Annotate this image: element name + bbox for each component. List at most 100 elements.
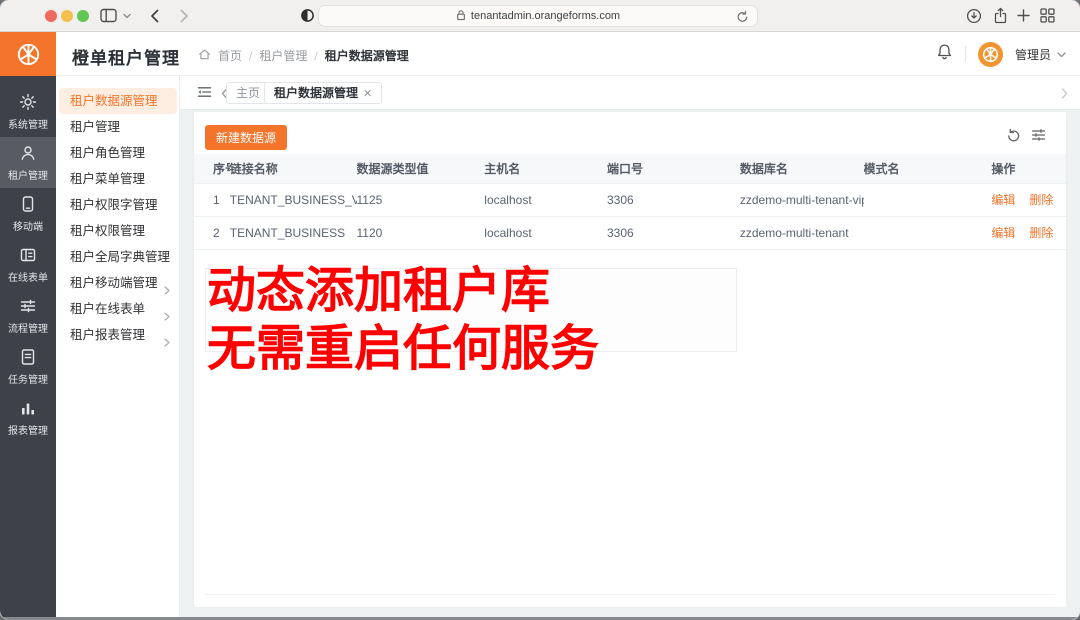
sidebar-item-task[interactable]: 任务管理 [0, 341, 56, 392]
sidebar-item-mobile[interactable]: 移动端 [0, 188, 56, 239]
bell-icon[interactable] [936, 43, 953, 66]
form-icon [20, 248, 36, 262]
sidebar-item-workflow[interactable]: 流程管理 [0, 290, 56, 341]
column-settings-icon[interactable] [1031, 128, 1046, 148]
back-icon[interactable] [150, 9, 159, 23]
cell-link-name: TENANT_BUSINESS_VIP [229, 183, 357, 217]
content-area: 主页 租户数据源管理 ✕ 新建数据源 序号 链接名称 数据源类型值 [180, 76, 1080, 620]
address-text: tenantadmin.orangeforms.com [470, 10, 621, 22]
annotation-line1: 动态添加租户库 [207, 264, 551, 318]
orange-wheel-icon [982, 46, 999, 62]
secondary-sidebar: 租户数据源管理 租户管理 租户角色管理 租户菜单管理 租户权限字管理 租户权限管… [56, 76, 180, 620]
sliders-icon [20, 299, 36, 313]
lock-icon [456, 9, 466, 24]
tab-tenant-datasource[interactable]: 租户数据源管理 ✕ [264, 82, 383, 104]
share-icon[interactable] [993, 7, 1008, 24]
edit-link[interactable]: 编辑 [991, 226, 1015, 240]
chevron-down-icon[interactable] [1057, 45, 1066, 63]
datasource-table: 序号 链接名称 数据源类型值 主机名 端口号 数据库名 模式名 操作 1 TEN… [194, 154, 1066, 250]
privacy-shield-icon[interactable] [300, 8, 315, 23]
col-database: 数据库名 [739, 154, 864, 184]
breadcrumb: 首页 / 租户管理 / 租户数据源管理 [198, 47, 409, 64]
menu-item-label: 租户移动端管理 [70, 276, 158, 290]
col-host: 主机名 [484, 154, 607, 184]
user-name[interactable]: 管理员 [1015, 46, 1051, 63]
cell-schema [863, 216, 992, 250]
avatar[interactable] [977, 41, 1003, 67]
menu-item-label: 租户菜单管理 [70, 172, 146, 186]
tab-bar: 主页 租户数据源管理 ✕ [180, 76, 1080, 110]
cell-host: localhost [484, 216, 607, 250]
col-actions: 操作 [991, 154, 1066, 184]
menu-item-label: 租户管理 [70, 120, 121, 134]
task-doc-icon [21, 349, 35, 365]
refresh-icon[interactable] [1006, 128, 1021, 148]
sidebar-item-tenant[interactable]: 租户管理 [0, 137, 56, 188]
address-bar[interactable]: tenantadmin.orangeforms.com [318, 5, 758, 27]
menu-item-tenant-online-form[interactable]: 租户在线表单 [59, 296, 177, 322]
annotation-line2: 无需重启任何服务 [207, 322, 600, 376]
mobile-icon [22, 196, 34, 212]
table-header-row: 序号 链接名称 数据源类型值 主机名 端口号 数据库名 模式名 操作 [194, 154, 1066, 184]
menu-item-label: 租户权限字管理 [70, 198, 158, 212]
sidebar-item-label: 在线表单 [8, 272, 48, 284]
menu-item-tenant-dict[interactable]: 租户全局字典管理 [59, 244, 177, 270]
close-icon[interactable]: ✕ [363, 88, 372, 100]
sidebar-item-label: 流程管理 [8, 323, 48, 335]
sidebar-item-label: 报表管理 [8, 425, 48, 437]
delete-link[interactable]: 删除 [1029, 193, 1053, 207]
close-window-button[interactable] [45, 10, 57, 22]
menu-item-tenant-mobile[interactable]: 租户移动端管理 [59, 270, 177, 296]
sidebar-toggle-icon[interactable] [100, 8, 117, 23]
breadcrumb-level1[interactable]: 租户管理 [259, 47, 307, 64]
menu-item-tenant-datasource[interactable]: 租户数据源管理 [59, 88, 177, 114]
annotation-text: 动态添加租户库 无需重启任何服务 [207, 262, 599, 378]
create-datasource-button[interactable]: 新建数据源 [205, 125, 288, 150]
sidebar-item-online-form[interactable]: 在线表单 [0, 239, 56, 290]
gear-icon [19, 93, 37, 111]
zoom-window-button[interactable] [77, 10, 89, 22]
new-tab-icon[interactable] [1017, 9, 1030, 22]
menu-item-tenant-perm[interactable]: 租户权限管理 [59, 218, 177, 244]
col-port: 端口号 [606, 154, 740, 184]
menu-item-label: 租户数据源管理 [70, 94, 158, 108]
tab-label: 主页 [236, 86, 261, 100]
forward-icon[interactable] [180, 9, 189, 23]
minimize-window-button[interactable] [61, 10, 73, 22]
tab-overview-icon[interactable] [1040, 8, 1055, 23]
menu-item-tenant-admin[interactable]: 租户管理 [59, 114, 177, 140]
user-icon [21, 146, 35, 160]
sidebar-item-report[interactable]: 报表管理 [0, 392, 56, 443]
tab-label: 租户数据源管理 [274, 86, 359, 100]
breadcrumb-current: 租户数据源管理 [324, 49, 409, 63]
menu-item-label: 租户权限管理 [70, 224, 146, 238]
breadcrumb-home[interactable]: 首页 [218, 47, 242, 64]
col-type-value: 数据源类型值 [356, 154, 485, 184]
delete-link[interactable]: 删除 [1029, 226, 1053, 240]
sidebar-item-label: 移动端 [13, 221, 43, 233]
cell-database: zzdemo-multi-tenant-vip [739, 183, 864, 217]
menu-item-tenant-perm-word[interactable]: 租户权限字管理 [59, 192, 177, 218]
breadcrumb-separator: / [314, 48, 318, 63]
datasource-panel: 新建数据源 序号 链接名称 数据源类型值 主机名 端口号 数据库名 [194, 112, 1066, 607]
sidebar-item-system[interactable]: 系统管理 [0, 86, 56, 137]
download-icon[interactable] [966, 8, 982, 24]
reload-icon[interactable] [736, 10, 749, 26]
orange-wheel-icon [17, 43, 39, 65]
cell-type-value: 1125 [356, 183, 485, 217]
menu-item-tenant-report[interactable]: 租户报表管理 [59, 322, 177, 348]
breadcrumb-separator: / [249, 48, 253, 63]
menu-item-tenant-role[interactable]: 租户角色管理 [59, 140, 177, 166]
app-logo[interactable] [0, 32, 56, 76]
sidebar-item-label: 租户管理 [8, 170, 48, 182]
tab-next-icon[interactable] [1061, 86, 1068, 104]
browser-toolbar: tenantadmin.orangeforms.com [0, 0, 1080, 32]
fold-menu-icon[interactable] [197, 85, 212, 104]
bar-chart-icon [22, 403, 34, 415]
home-icon [198, 48, 211, 64]
cell-database: zzdemo-multi-tenant [739, 216, 864, 250]
edit-link[interactable]: 编辑 [991, 193, 1015, 207]
menu-item-tenant-menu[interactable]: 租户菜单管理 [59, 166, 177, 192]
cell-port: 3306 [606, 216, 740, 250]
chevron-down-icon[interactable] [123, 13, 131, 19]
